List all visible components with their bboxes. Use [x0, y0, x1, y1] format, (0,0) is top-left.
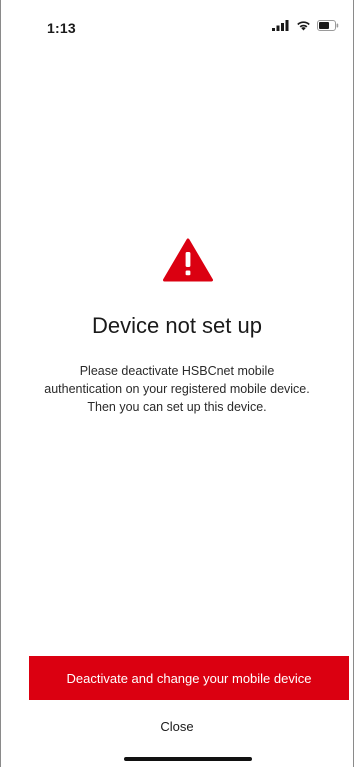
- page-title: Device not set up: [92, 313, 262, 338]
- app-screen: 1:13 Device not set up Please deactivate…: [0, 0, 354, 767]
- message-line: authentication on your registered mobile…: [44, 382, 310, 396]
- message-line: Then you can set up this device.: [87, 400, 267, 414]
- home-indicator[interactable]: [124, 757, 252, 761]
- warning-triangle-icon: [163, 238, 213, 282]
- status-icons: [272, 20, 339, 31]
- close-button[interactable]: Close: [1, 719, 353, 734]
- status-bar: 1:13: [1, 0, 353, 50]
- cellular-signal-icon: [272, 20, 290, 31]
- message-line: Please deactivate HSBCnet mobile: [79, 364, 275, 378]
- battery-icon: [317, 20, 339, 31]
- wifi-icon: [296, 20, 311, 31]
- deactivate-and-change-device-button[interactable]: Deactivate and change your mobile device: [29, 656, 349, 700]
- error-message: Please deactivate HSBCnet mobile authent…: [1, 362, 353, 416]
- status-time: 1:13: [47, 20, 76, 36]
